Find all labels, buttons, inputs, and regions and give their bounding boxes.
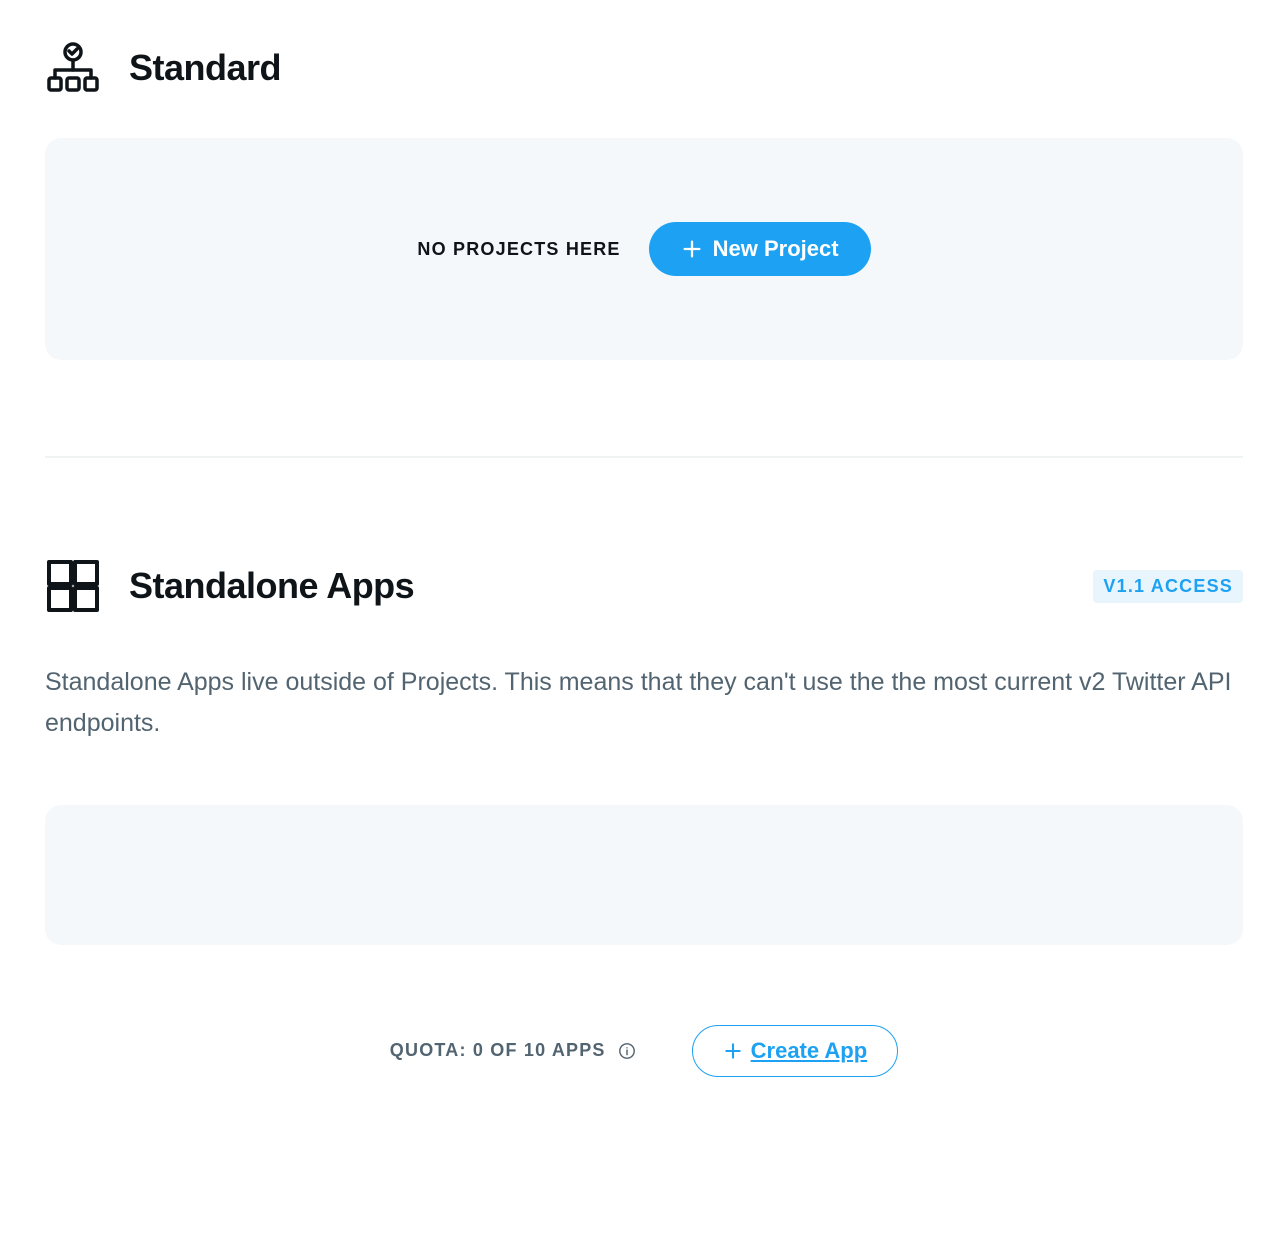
create-app-button[interactable]: Create App bbox=[692, 1025, 899, 1077]
no-projects-label: No projects here bbox=[417, 239, 620, 260]
section-divider bbox=[45, 456, 1243, 458]
plus-icon bbox=[723, 1041, 743, 1061]
access-badge: V1.1 Access bbox=[1093, 570, 1243, 603]
projects-empty-panel: No projects here New Project bbox=[45, 138, 1243, 360]
new-project-button[interactable]: New Project bbox=[649, 222, 871, 276]
standalone-title: Standalone Apps bbox=[129, 565, 414, 607]
create-app-button-label: Create App bbox=[751, 1038, 868, 1064]
quota-label: Quota: 0 of 10 Apps bbox=[390, 1040, 606, 1061]
standalone-description: Standalone Apps live outside of Projects… bbox=[45, 662, 1243, 745]
hierarchy-icon bbox=[45, 40, 101, 96]
standalone-section-header: Standalone Apps V1.1 Access bbox=[45, 558, 1243, 614]
plus-icon bbox=[681, 238, 703, 260]
standard-section-header: Standard bbox=[45, 40, 1243, 96]
apps-empty-panel bbox=[45, 805, 1243, 945]
standard-title: Standard bbox=[129, 47, 281, 89]
apps-footer: Quota: 0 of 10 Apps Create App bbox=[45, 1025, 1243, 1077]
quota-indicator: Quota: 0 of 10 Apps bbox=[390, 1040, 636, 1061]
info-icon[interactable] bbox=[618, 1042, 636, 1060]
new-project-button-label: New Project bbox=[713, 236, 839, 262]
apps-grid-icon bbox=[45, 558, 101, 614]
